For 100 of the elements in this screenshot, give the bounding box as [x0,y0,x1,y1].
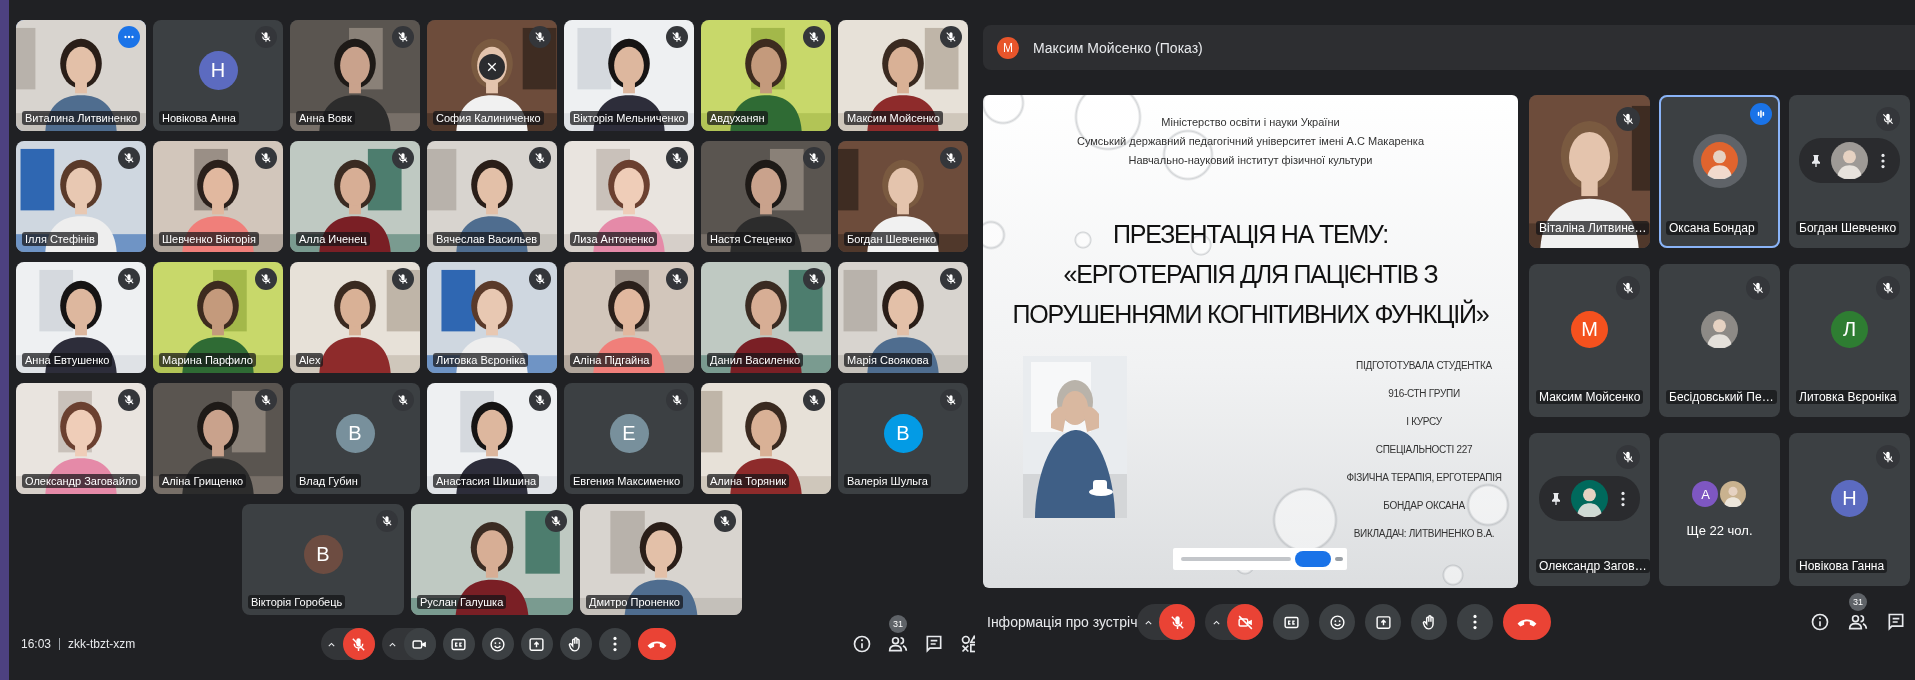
participant-tile[interactable]: Н Новікова Ганна [1789,433,1910,586]
participant-tile[interactable]: Віталіна Литвине… [1529,95,1650,248]
credit-line: ФІЗИЧНА ТЕРАПІЯ, ЕРГОТЕРАПІЯ [1345,471,1503,485]
participant-name: Авдуханян [707,111,768,125]
participant-tile[interactable]: Н Новікова Анна [153,20,283,131]
participant-tile[interactable]: Оксана Бондар [1659,95,1780,248]
participant-tile[interactable]: В Влад Губин [290,383,420,494]
meeting-details-link[interactable]: Інформація про зустріч [987,614,1138,630]
more-participants-label: Ще 22 чол. [1686,523,1753,538]
participant-tile[interactable]: Олександр Загов… [1529,433,1650,586]
present-button[interactable] [1365,604,1401,640]
participant-tile[interactable]: Лиза Антоненко [564,141,694,252]
participant-tile[interactable]: Ілля Стефінів [16,141,146,252]
info-icon [852,634,872,654]
end-call-button[interactable] [1503,604,1551,640]
end-call-button[interactable] [637,628,676,660]
participant-tile[interactable]: Вікторія Мельниченко [564,20,694,131]
participant-tile[interactable]: Данил Василенко [701,262,831,373]
present-icon [528,635,545,653]
avatar-initial: М [1571,311,1608,348]
participant-tile[interactable]: Виталина Литвиненко [16,20,146,131]
participant-tile[interactable]: В Валерія Шульга [838,383,968,494]
mic-button[interactable] [342,628,375,660]
participant-tile[interactable]: Богдан Шевченко [1789,95,1910,248]
phone-icon [1517,617,1537,627]
avatar-initial: М [997,36,1019,59]
camera-button[interactable] [403,628,436,660]
participant-name: Максим Мойсенко [844,111,943,125]
participant-name: Бесідовський Пе… [1666,390,1777,404]
credit-line: СПЕЦІАЛЬНОСТІ 227 [1374,443,1474,457]
participant-tile[interactable]: А Ще 22 чол. [1659,433,1780,586]
emoji-icon [1328,613,1346,631]
participant-tile[interactable]: Аліна Підгайна [564,262,694,373]
participant-name: Максим Мойсенко [1536,390,1644,404]
participant-tile[interactable]: Руслан Галушка [411,504,573,615]
mic-off-icon [350,635,367,653]
participant-name: Руслан Галушка [417,595,507,609]
participant-tile[interactable]: Е Евгения Максименко [564,383,694,494]
participant-tile[interactable]: Аліна Грищенко [153,383,283,494]
participant-tile[interactable]: Максим Мойсенко [838,20,968,131]
camera-button[interactable] [1227,604,1263,640]
meeting-code: zkk-tbzt-xzm [67,637,136,651]
participant-name: Аліна Грищенко [159,474,247,488]
participant-name: Віталіна Литвине… [1536,221,1650,235]
participant-tile[interactable]: Марія Своякова [838,262,968,373]
participant-tile[interactable]: Марина Парфило [153,262,283,373]
participant-name: Богдан Шевченко [844,232,940,246]
participant-name: Дмитро Проненко [586,595,683,609]
participant-name: Анастасия Шишина [433,474,540,488]
participant-tile[interactable]: М Максим Мойсенко [1529,264,1650,417]
participant-tile[interactable]: Вячеслав Васильев [427,141,557,252]
participant-tile[interactable]: Настя Стеценко [701,141,831,252]
participant-tile[interactable]: Л Литовка Вєроніка [1789,264,1910,417]
participant-tile[interactable]: София Калиниченко [427,20,557,131]
participant-tile[interactable]: Алла Иченец [290,141,420,252]
participant-tile[interactable]: Анастасия Шишина [427,383,557,494]
participant-name: Шевченко Вікторія [159,232,259,246]
slide-header-line: Навчально-науковий інститут фізичної культури [1127,153,1374,168]
present-button[interactable] [520,628,553,660]
participant-name: Аліна Підгайна [570,353,653,367]
raise-hand-button[interactable] [559,628,592,660]
credit-line: І КУРСУ [1405,415,1443,429]
participant-tile[interactable]: Литовка Вєроніка [427,262,557,373]
emoji-button[interactable] [1319,604,1355,640]
participant-name: Олександр Заговайло [22,474,141,488]
participant-tile[interactable]: Alex [290,262,420,373]
avatar-initial: Л [1831,311,1868,348]
participant-tile[interactable]: Бесідовський Пе… [1659,264,1780,417]
emoji-button[interactable] [481,628,514,660]
participant-tile[interactable]: Дмитро Проненко [580,504,742,615]
participant-name: Марина Парфило [159,353,256,367]
participant-name: Анна Евтушенко [22,353,113,367]
more-options-button[interactable] [1457,604,1493,640]
participant-tile[interactable]: Олександр Заговайло [16,383,146,494]
avatar-initial: В [883,414,923,453]
slide-title-line: ПОРУШЕННЯМИ КОГНІТИВНИХ ФУНКЦІЙ» [1012,298,1489,330]
raise-hand-button[interactable] [1411,604,1447,640]
slide-title-line: «ЕРГОТЕРАПІЯ ДЛЯ ПАЦІЄНТІВ З [1062,259,1439,290]
participant-count: 31 [1849,593,1867,611]
emoji-icon [489,635,506,653]
camera-off-icon [1236,613,1254,631]
slide-header-line: Сумський державний педагогічний університет імені А.С Макаренка [1076,134,1425,149]
mic-button[interactable] [1159,604,1195,640]
participant-name: Оксана Бондар [1666,221,1758,235]
participant-tile[interactable]: Шевченко Вікторія [153,141,283,252]
avatar-initial: А [1692,481,1719,507]
credit-line: БОНДАР ОКСАНА [1382,499,1466,513]
participant-tile[interactable]: Анна Евтушенко [16,262,146,373]
captions-button[interactable] [1273,604,1309,640]
participant-name: Евгения Максименко [570,474,684,488]
avatar-initial: В [303,535,343,574]
participant-tile[interactable]: Анна Вовк [290,20,420,131]
participant-tile[interactable]: В Вікторія Горобець [242,504,404,615]
participant-tile[interactable]: Алина Торяник [701,383,831,494]
participant-name: Настя Стеценко [707,232,795,246]
captions-button[interactable] [442,628,475,660]
participant-tile[interactable]: Богдан Шевченко [838,141,968,252]
participant-name: Алина Торяник [707,474,790,488]
participant-tile[interactable]: Авдуханян [701,20,831,131]
more-options-button[interactable] [598,628,631,660]
